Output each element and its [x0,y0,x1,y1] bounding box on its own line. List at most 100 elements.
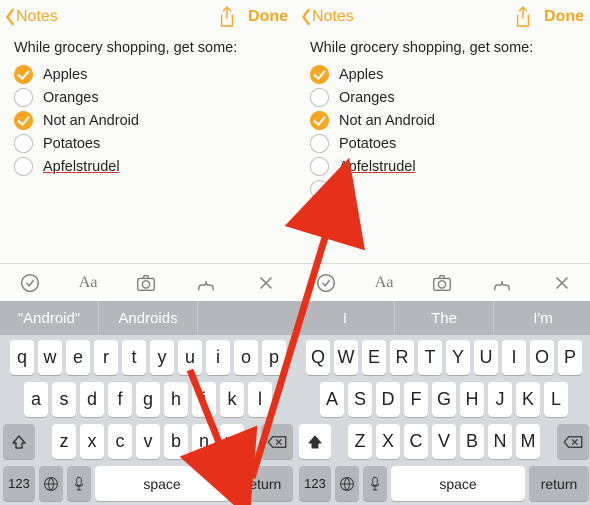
key-b[interactable]: B [460,424,484,459]
return-key[interactable]: return [529,466,589,501]
key-o[interactable]: o [234,340,258,375]
checklist-toolbar-icon[interactable] [19,272,41,294]
key-w[interactable]: W [334,340,358,375]
key-m[interactable]: m [220,424,244,459]
key-a[interactable]: a [24,382,48,417]
key-i[interactable]: i [206,340,230,375]
key-p[interactable]: p [262,340,286,375]
done-button[interactable]: Done [248,8,288,26]
key-r[interactable]: r [94,340,118,375]
key-v[interactable]: v [136,424,160,459]
key-p[interactable]: P [558,340,582,375]
key-k[interactable]: k [220,382,244,417]
suggestion[interactable]: "Android" [0,301,99,335]
key-l[interactable]: L [544,382,568,417]
camera-toolbar-icon[interactable] [431,272,453,294]
key-v[interactable]: V [432,424,456,459]
sketch-toolbar-icon[interactable] [491,272,513,294]
key-s[interactable]: S [348,382,372,417]
key-x[interactable]: X [376,424,400,459]
key-j[interactable]: j [192,382,216,417]
key-x[interactable]: x [80,424,104,459]
key-i[interactable]: I [502,340,526,375]
key-j[interactable]: J [488,382,512,417]
checklist-item[interactable]: Not an Android [310,109,578,132]
key-b[interactable]: b [164,424,188,459]
suggestion[interactable]: Androids [99,301,198,335]
key-d[interactable]: D [376,382,400,417]
key-f[interactable]: F [404,382,428,417]
space-key[interactable]: space [95,466,229,501]
checkbox-icon[interactable] [14,65,33,84]
checklist-item[interactable]: Apples [14,63,282,86]
font-toolbar-button[interactable]: Aa [79,274,98,292]
key-r[interactable]: R [390,340,414,375]
key-l[interactable]: l [248,382,272,417]
mic-key[interactable] [363,466,387,501]
key-u[interactable]: u [178,340,202,375]
checklist-item[interactable]: Not an Android [14,109,282,132]
note-content[interactable]: While grocery shopping, get some: Apples… [0,34,296,263]
share-icon[interactable] [514,6,532,28]
key-s[interactable]: s [52,382,76,417]
key-g[interactable]: g [136,382,160,417]
checklist-item[interactable]: Oranges [310,86,578,109]
return-key[interactable]: return [233,466,293,501]
note-content[interactable]: While grocery shopping, get some: Apples… [296,34,590,263]
key-w[interactable]: w [38,340,62,375]
key-d[interactable]: d [80,382,104,417]
key-e[interactable]: e [66,340,90,375]
key-h[interactable]: h [164,382,188,417]
checkbox-icon[interactable] [14,111,33,130]
key-g[interactable]: G [432,382,456,417]
checklist-item[interactable]: Oranges [14,86,282,109]
key-q[interactable]: Q [306,340,330,375]
shift-key[interactable] [3,424,35,459]
suggestion[interactable]: I'm [494,301,590,335]
checklist-item-new[interactable] [310,178,578,201]
globe-key[interactable] [39,466,63,501]
suggestion[interactable]: The [395,301,494,335]
key-q[interactable]: q [10,340,34,375]
checkbox-icon[interactable] [310,134,329,153]
close-toolbar-icon[interactable] [551,272,573,294]
key-c[interactable]: c [108,424,132,459]
key-c[interactable]: C [404,424,428,459]
key-f[interactable]: f [108,382,132,417]
sketch-toolbar-icon[interactable] [195,272,217,294]
key-e[interactable]: E [362,340,386,375]
key-a[interactable]: A [320,382,344,417]
checklist-item[interactable]: Potatoes [14,132,282,155]
checklist-item[interactable]: Potatoes [310,132,578,155]
key-h[interactable]: H [460,382,484,417]
backspace-key[interactable] [557,424,589,459]
key-o[interactable]: O [530,340,554,375]
checklist-item[interactable]: Apfelstrudel [310,155,578,178]
key-n[interactable]: n [192,424,216,459]
space-key[interactable]: space [391,466,525,501]
checklist-item[interactable]: Apples [310,63,578,86]
key-t[interactable]: T [418,340,442,375]
key-m[interactable]: M [516,424,540,459]
numbers-key[interactable]: 123 [299,466,331,501]
mic-key[interactable] [67,466,91,501]
share-icon[interactable] [218,6,236,28]
key-t[interactable]: t [122,340,146,375]
numbers-key[interactable]: 123 [3,466,35,501]
key-k[interactable]: K [516,382,540,417]
key-z[interactable]: Z [348,424,372,459]
checkbox-icon[interactable] [310,157,329,176]
done-button[interactable]: Done [544,8,584,26]
back-button[interactable]: Notes [4,8,58,26]
close-toolbar-icon[interactable] [255,272,277,294]
shift-key[interactable] [299,424,331,459]
backspace-key[interactable] [261,424,293,459]
checkbox-icon[interactable] [310,65,329,84]
font-toolbar-button[interactable]: Aa [375,274,394,292]
key-n[interactable]: N [488,424,512,459]
key-y[interactable]: Y [446,340,470,375]
checklist-item[interactable]: Apfelstrudel [14,155,282,178]
checkbox-icon[interactable] [310,88,329,107]
checkbox-icon[interactable] [14,157,33,176]
checklist-toolbar-icon[interactable] [315,272,337,294]
